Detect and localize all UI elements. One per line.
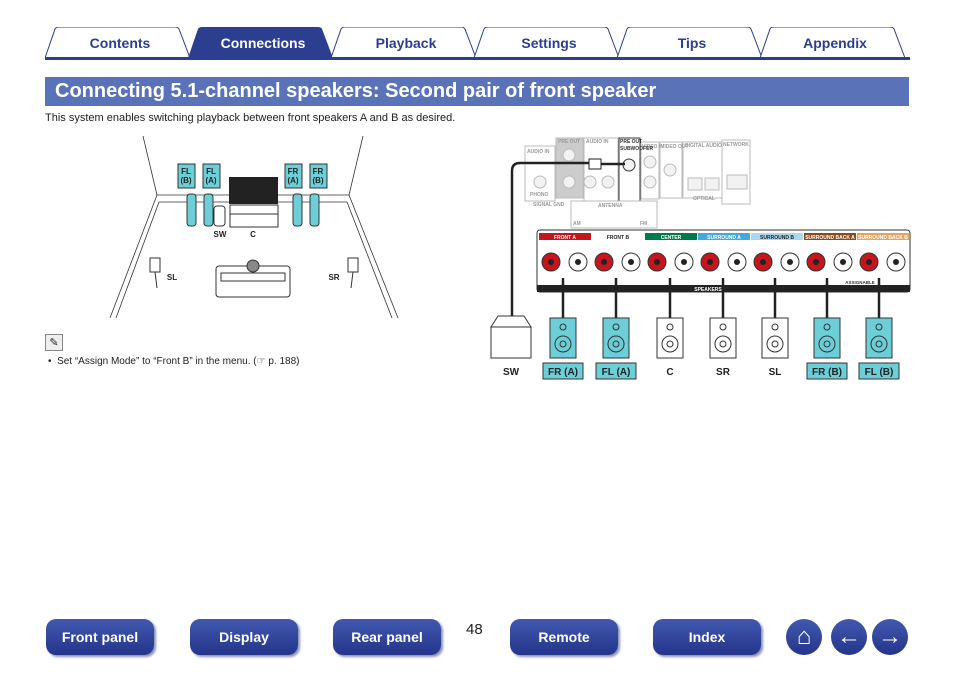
front-panel-button[interactable]: Front panel (46, 619, 154, 655)
room-label-fr-b-1: FR (313, 167, 324, 176)
subwoofer-icon (213, 205, 226, 227)
room-label-fl-b-1: FL (181, 167, 191, 176)
speaker-frb: FR (B) (806, 278, 848, 380)
speaker-label: FL (B) (865, 367, 894, 378)
svg-text:AUDIO IN: AUDIO IN (527, 149, 550, 155)
room-label-fl-a-1: FL (206, 167, 216, 176)
channel-label: SURROUND B (760, 235, 794, 241)
room-label-sw: SW (214, 230, 227, 239)
svg-text:SIGNAL GND: SIGNAL GND (533, 202, 565, 208)
room-label-fr-b-2: (B) (312, 176, 323, 185)
svg-text:PHONO: PHONO (530, 192, 548, 198)
speaker-c: C (656, 278, 684, 378)
room-label-fl-a-2: (A) (205, 176, 216, 185)
speaker-label: FL (A) (602, 367, 631, 378)
svg-text:PRE OUT: PRE OUT (558, 139, 580, 145)
speaker-label: FR (A) (548, 367, 578, 378)
room-label-fr-a-1: FR (288, 167, 299, 176)
svg-text:NETWORK: NETWORK (723, 142, 749, 148)
channel-label: FRONT B (607, 235, 630, 241)
svg-text:OPTICAL: OPTICAL (693, 196, 715, 202)
index-button[interactable]: Index (653, 619, 761, 655)
svg-text:PRE OUT: PRE OUT (620, 139, 642, 145)
arrow-right-icon[interactable]: → (872, 619, 908, 655)
speaker-label: FR (B) (812, 367, 842, 378)
channel-label: SURROUND BACK B (858, 235, 908, 241)
speaker-label: SL (769, 367, 782, 378)
channel-label: CENTER (661, 235, 682, 241)
speaker-sl: SL (761, 278, 789, 378)
room-label-sl: SL (167, 273, 177, 282)
tv-icon (229, 177, 279, 228)
home-icon[interactable]: ⌂ (786, 619, 822, 655)
display-button[interactable]: Display (190, 619, 298, 655)
speaker-label: SW (503, 367, 520, 378)
room-label-fl-b-2: (B) (180, 176, 191, 185)
svg-text:DIGITAL AUDIO: DIGITAL AUDIO (685, 143, 722, 149)
room-label-fr-a-2: (A) (287, 176, 298, 185)
sofa-icon (215, 259, 291, 298)
speaker-sw: SW (490, 315, 532, 378)
channel-label: SURROUND BACK A (805, 235, 855, 241)
remote-button[interactable]: Remote (510, 619, 618, 655)
channel-label: FRONT A (554, 235, 576, 241)
speaker-label: SR (716, 367, 731, 378)
svg-text:AM: AM (573, 221, 581, 227)
note-bullet: Set “Assign Mode” to “Front B” in the me… (57, 356, 300, 367)
svg-text:AUDIO IN: AUDIO IN (586, 139, 609, 145)
room-label-c: C (250, 230, 256, 239)
arrow-left-icon[interactable]: ← (831, 619, 867, 655)
speaker-label: C (666, 367, 673, 378)
page-number: 48 (466, 621, 483, 638)
rear-panel-button[interactable]: Rear panel (333, 619, 441, 655)
svg-text:SUBWOOFER: SUBWOOFER (620, 146, 653, 152)
note-text: • Set “Assign Mode” to “Front B” in the … (48, 356, 300, 367)
speaker-sr: SR (709, 278, 737, 378)
connection-diagram: FL(B) FL(A) FR(A) FR(B) SW C SL SR AUDIO… (109, 135, 911, 380)
svg-text:ANTENNA: ANTENNA (598, 203, 623, 209)
speakers-label: SPEAKERS (694, 287, 722, 293)
rca-plug-icon (588, 158, 602, 170)
speaker-flb: FL (B) (858, 278, 900, 380)
pencil-icon: ✎ (45, 334, 63, 351)
assignable-label: ASSIGNABLE (845, 280, 875, 285)
room-label-sr: SR (328, 273, 339, 282)
channel-label: SURROUND A (707, 235, 741, 241)
speaker-fra: FR (A) (542, 278, 584, 380)
svg-text:FM: FM (640, 221, 647, 227)
speaker-fla: FL (A) (595, 278, 637, 380)
